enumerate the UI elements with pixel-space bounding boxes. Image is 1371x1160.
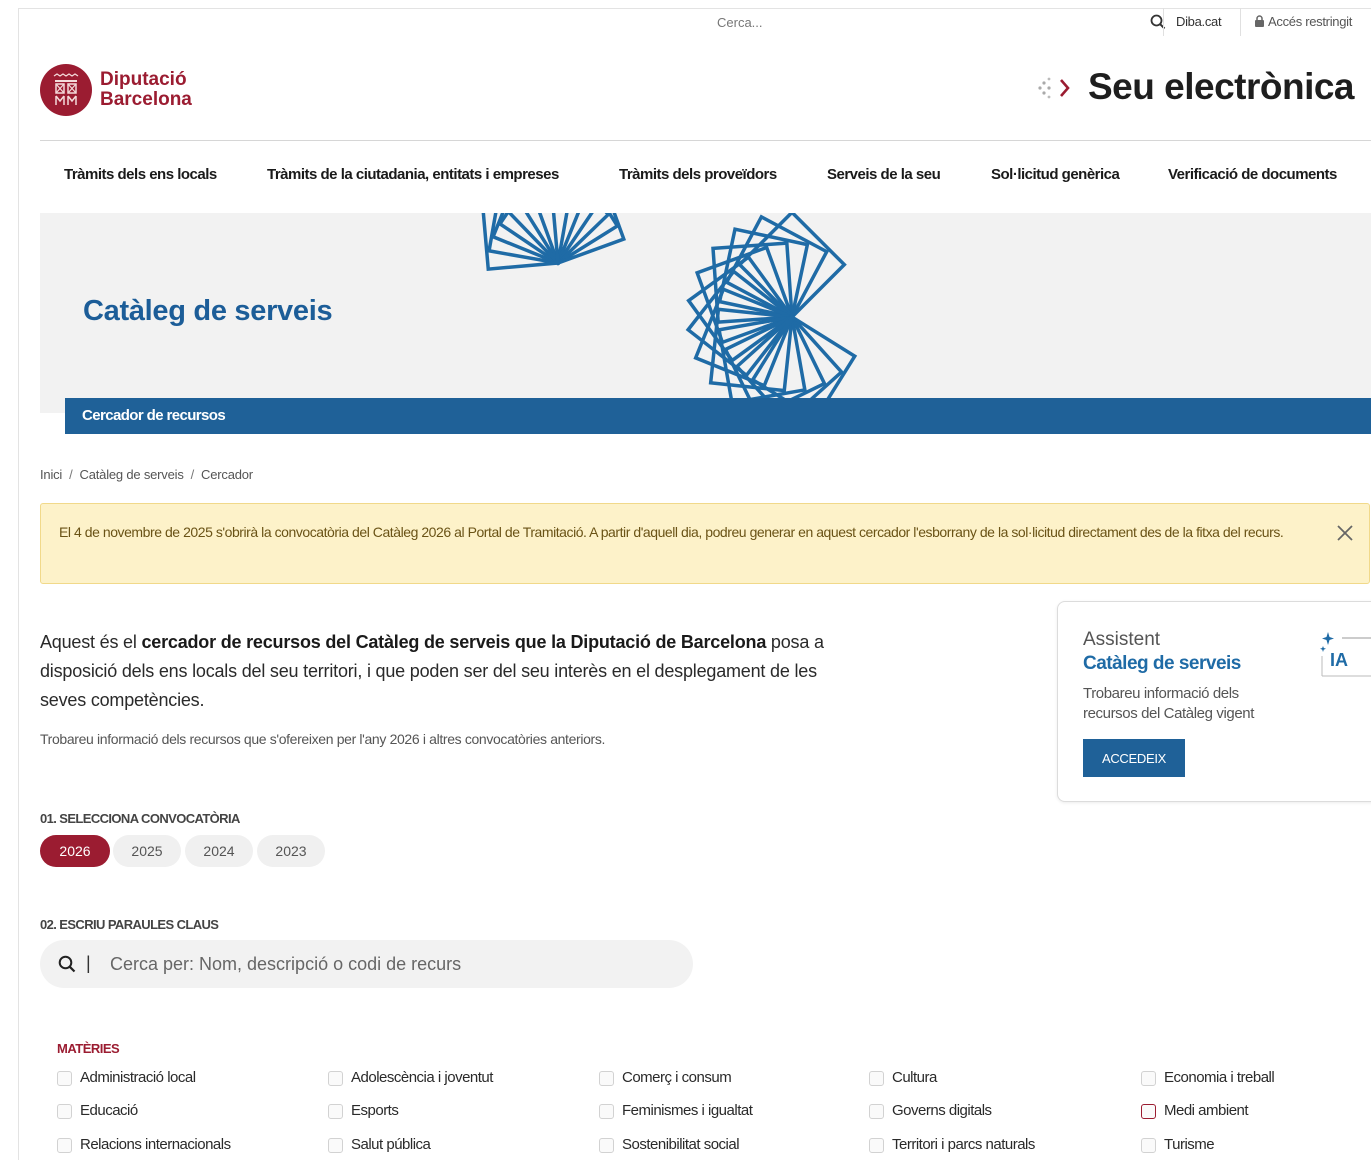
org-name-line2: Barcelona (100, 89, 192, 110)
divider (1240, 8, 1241, 36)
lock-icon (1255, 15, 1264, 27)
breadcrumb: Inici / Catàleg de serveis / Cercador (40, 467, 253, 482)
ia-badge: IA (1320, 630, 1371, 678)
top-utility-bar: Cerca... Diba.cat Accés restringit (18, 8, 1371, 36)
year-chip-2025[interactable]: 2025 (113, 835, 181, 867)
checkbox-label: Administració local (80, 1069, 196, 1086)
site-title[interactable]: Seu electrònica (1088, 66, 1355, 108)
top-search-input[interactable]: Cerca... (717, 15, 763, 30)
restricted-access-link[interactable]: Accés restringit (1254, 14, 1352, 29)
checkbox-label: Adolescència i joventut (351, 1069, 493, 1086)
checkbox-label: Relacions internacionals (80, 1136, 231, 1153)
assistant-label: Assistent (1083, 629, 1161, 650)
checkbox[interactable] (599, 1104, 614, 1119)
checkbox-label: Cultura (892, 1069, 937, 1086)
checkbox[interactable] (599, 1138, 614, 1153)
checkbox-label: Feminismes i igualtat (622, 1102, 753, 1119)
checkbox[interactable] (1141, 1071, 1156, 1086)
checkbox[interactable] (869, 1071, 884, 1086)
checkbox-label: Sostenibilitat social (622, 1136, 740, 1153)
diputacio-logo[interactable] (40, 64, 92, 116)
checkbox-label: Governs digitals (892, 1102, 992, 1119)
materies-label: MATÈRIES (57, 1041, 120, 1056)
checkbox-label: Educació (80, 1102, 138, 1119)
divider (1163, 8, 1164, 36)
step2-label: 02. ESCRIU PARAULES CLAUS (40, 917, 219, 932)
checkbox-label: Territori i parcs naturals (892, 1136, 1035, 1153)
restricted-access-label: Accés restringit (1268, 14, 1353, 29)
checkbox[interactable] (869, 1138, 884, 1153)
breadcrumb-current: Cercador (201, 467, 253, 482)
checkbox-label: Esports (351, 1102, 399, 1119)
close-icon[interactable] (1336, 524, 1354, 542)
ia-label: IA (1330, 650, 1348, 670)
checkbox-label: Comerç i consum (622, 1069, 732, 1086)
alert-text: El 4 de novembre de 2025 s'obrirà la con… (59, 524, 1284, 540)
intro-paragraph: Aquest és el cercador de recursos del Ca… (40, 628, 830, 715)
checkbox[interactable] (1141, 1104, 1156, 1119)
header-divider (40, 140, 1371, 141)
assistant-card: Assistent Catàleg de serveis Trobareu in… (1057, 601, 1371, 802)
intro-pre: Aquest és el (40, 632, 142, 652)
nav-verificacio-documents[interactable]: Verificació de documents (1168, 166, 1337, 183)
assistant-description: Trobareu informació dels recursos del Ca… (1083, 685, 1254, 722)
keyword-search-input[interactable] (110, 949, 670, 979)
accedeix-button[interactable]: ACCEDEIX (1083, 739, 1185, 777)
checkbox[interactable] (57, 1104, 72, 1119)
intro-bold: cercador de recursos del Catàleg de serv… (141, 632, 767, 652)
nav-tramits-ens-locals[interactable]: Tràmits dels ens locals (64, 166, 217, 183)
nav-sollicitud-generica[interactable]: Sol·licitud genèrica (991, 166, 1120, 183)
hero-banner: Catàleg de serveis (40, 213, 1371, 413)
main-navigation: Tràmits dels ens locals Tràmits de la ci… (40, 166, 1371, 190)
step1-label: 01. SELECCIONA CONVOCATÒRIA (40, 811, 240, 826)
checkbox-label: Salut pública (351, 1136, 431, 1153)
checkbox[interactable] (1141, 1138, 1156, 1153)
checkbox[interactable] (328, 1138, 343, 1153)
checkbox[interactable] (599, 1071, 614, 1086)
keyword-search: | (40, 940, 693, 988)
assistant-title: Catàleg de serveis (1083, 653, 1241, 674)
checkbox-label: Turisme (1164, 1136, 1215, 1153)
nav-serveis-seu[interactable]: Serveis de la seu (827, 166, 941, 183)
checkbox[interactable] (328, 1104, 343, 1119)
intro-subtext: Trobareu informació dels recursos que s'… (40, 731, 606, 747)
checkbox[interactable] (328, 1071, 343, 1086)
year-chip-2024[interactable]: 2024 (185, 835, 253, 867)
dotted-arrow-icon (1038, 77, 1070, 99)
nav-tramits-proveidors[interactable]: Tràmits dels proveïdors (619, 166, 777, 183)
org-name[interactable]: Diputació Barcelona (100, 70, 192, 110)
nav-tramits-ciutadania[interactable]: Tràmits de la ciutadania, entitats i emp… (267, 166, 559, 183)
checkbox-label: Medi ambient (1164, 1102, 1249, 1119)
breadcrumb-cataleg[interactable]: Catàleg de serveis (80, 467, 184, 482)
breadcrumb-home[interactable]: Inici (40, 467, 62, 482)
year-chip-2023[interactable]: 2023 (257, 835, 325, 867)
section-tab-bar: Cercador de recursos (65, 398, 1371, 434)
checkbox[interactable] (57, 1138, 72, 1153)
checkbox-label: Economia i treball (1164, 1069, 1275, 1086)
page-title: Catàleg de serveis (83, 295, 333, 327)
search-icon (58, 955, 76, 973)
search-divider: | (86, 953, 91, 973)
diba-link[interactable]: Diba.cat (1176, 14, 1222, 29)
org-name-line1: Diputació (100, 69, 187, 90)
tab-cercador-recursos[interactable]: Cercador de recursos (82, 407, 226, 424)
year-chip-2026[interactable]: 2026 (40, 835, 110, 867)
checkbox[interactable] (869, 1104, 884, 1119)
castle-emblem-icon (53, 73, 79, 105)
checkbox[interactable] (57, 1071, 72, 1086)
announcement-alert: El 4 de novembre de 2025 s'obrirà la con… (40, 503, 1370, 584)
